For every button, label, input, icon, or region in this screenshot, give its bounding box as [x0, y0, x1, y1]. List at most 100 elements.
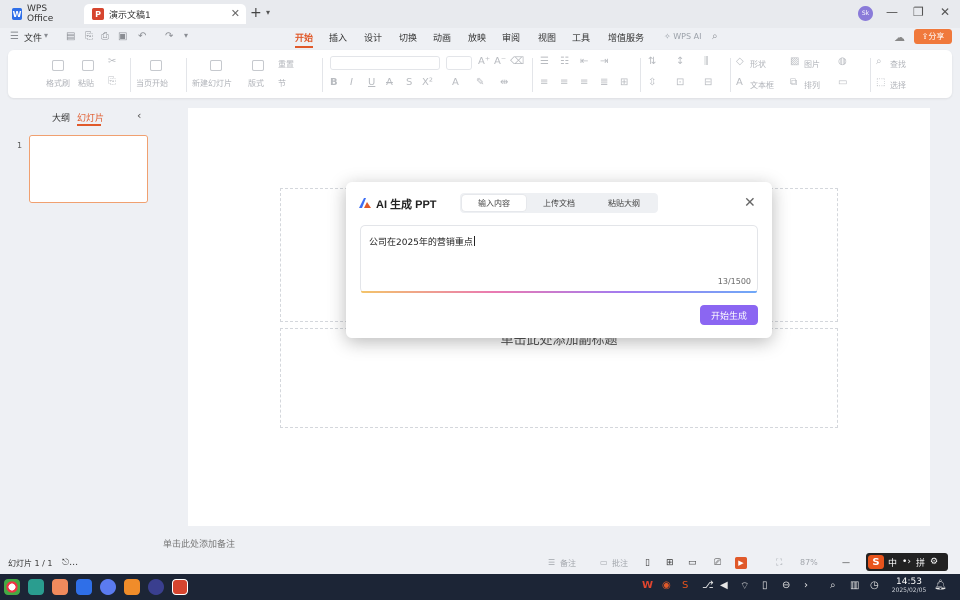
underline-icon[interactable]: U: [368, 77, 375, 88]
arrange-button[interactable]: 排列: [804, 80, 820, 91]
decrease-font-icon[interactable]: A⁻: [494, 56, 506, 67]
network-icon[interactable]: ⌔: [740, 580, 749, 593]
fit-window-icon[interactable]: ⛶: [776, 558, 782, 568]
save-icon[interactable]: ▤: [66, 31, 75, 42]
restore-icon[interactable]: ❐: [913, 5, 924, 19]
ime-toolbar[interactable]: S 中 •› 拼 ⚙: [866, 553, 948, 571]
punctuation-icon[interactable]: •›: [902, 557, 911, 567]
topic-input[interactable]: 公司在2025年的营销重点 13/1500: [360, 225, 758, 293]
notes-placeholder[interactable]: 单击此处添加备注: [163, 537, 235, 550]
close-icon[interactable]: ✕: [744, 195, 756, 211]
menu-home[interactable]: 开始: [295, 31, 313, 44]
menu-review[interactable]: 审阅: [502, 31, 520, 44]
system-clock[interactable]: 14:53 2025/02/05: [890, 577, 928, 594]
font-color-icon[interactable]: A: [452, 77, 459, 88]
shape-button[interactable]: 形状: [750, 59, 766, 70]
settings-app-icon[interactable]: [148, 579, 164, 595]
select-icon[interactable]: ⬚: [876, 77, 885, 88]
wps-ai-button[interactable]: ✧ WPS AI: [664, 32, 701, 41]
chat-app-icon[interactable]: [100, 579, 116, 595]
comment-icon[interactable]: ▭: [600, 558, 608, 567]
minimize-icon[interactable]: —: [886, 5, 898, 19]
layout-button[interactable]: 版式: [248, 78, 264, 89]
zoom-level[interactable]: 87%: [800, 558, 818, 567]
format-painter-button[interactable]: 格式刷: [46, 78, 70, 89]
select-button[interactable]: 选择: [890, 80, 906, 91]
char-spacing-icon[interactable]: ⇹: [500, 77, 508, 88]
sogou-tray-icon[interactable]: S: [682, 580, 688, 591]
justify-icon[interactable]: ≣: [600, 77, 608, 88]
text-box-margin-icon[interactable]: ⊟: [704, 77, 712, 88]
share-button[interactable]: ⇪ 分享: [914, 29, 952, 44]
align-center-icon[interactable]: ≡: [560, 77, 568, 88]
wps-taskbar-icon[interactable]: [172, 579, 188, 595]
picture-icon[interactable]: ▨: [790, 56, 799, 67]
new-tab-icon[interactable]: +: [250, 5, 262, 21]
export-icon[interactable]: ⎘: [85, 31, 93, 42]
paste-icon[interactable]: [82, 60, 94, 71]
collapse-panel-icon[interactable]: ‹: [137, 109, 141, 122]
menu-view[interactable]: 视图: [538, 31, 556, 44]
print-icon[interactable]: ⎙: [101, 31, 109, 42]
notes-toggle[interactable]: 备注: [560, 558, 576, 569]
italic-icon[interactable]: I: [350, 77, 353, 88]
play-from-current-button[interactable]: 当页开始: [136, 78, 168, 89]
gear-icon[interactable]: ⚙: [930, 557, 938, 567]
show-hidden-icons[interactable]: ›: [804, 580, 808, 591]
bullet-list-icon[interactable]: ☰: [540, 56, 549, 67]
increase-font-icon[interactable]: A⁺: [478, 56, 490, 67]
undo-icon[interactable]: ↶: [138, 31, 146, 42]
play-slideshow-icon[interactable]: ▶: [735, 557, 747, 569]
notification-bell-icon[interactable]: 🔔︎: [934, 580, 947, 591]
chevron-down-icon[interactable]: ▾: [266, 8, 270, 17]
section-button[interactable]: 节: [278, 78, 286, 89]
menu-insert[interactable]: 插入: [329, 31, 347, 44]
bold-icon[interactable]: B: [330, 77, 338, 88]
cloud-sync-icon[interactable]: ☁: [894, 31, 905, 44]
menu-file[interactable]: 文件: [24, 31, 42, 44]
menu-animation[interactable]: 动画: [433, 31, 451, 44]
new-slide-icon[interactable]: [210, 60, 222, 71]
text-direction-icon[interactable]: ⇅: [648, 56, 656, 67]
highlight-icon[interactable]: ✎: [476, 77, 484, 88]
decrease-indent-icon[interactable]: ⇤: [580, 56, 588, 67]
ime-mode[interactable]: 中: [888, 556, 897, 569]
distribute-icon[interactable]: ⊞: [620, 77, 628, 88]
shape-icon[interactable]: ◇: [736, 56, 744, 67]
paste-button[interactable]: 粘贴: [78, 78, 94, 89]
menu-slideshow[interactable]: 放映: [468, 31, 486, 44]
align-text-icon[interactable]: ⇳: [648, 77, 656, 88]
clear-format-icon[interactable]: ⌫: [510, 56, 524, 67]
increase-indent-icon[interactable]: ⇥: [600, 56, 608, 67]
columns-icon[interactable]: ⫼: [704, 56, 709, 67]
copy-icon[interactable]: ⎘: [108, 76, 116, 87]
subtitle-placeholder[interactable]: 单击此处添加副标题: [280, 328, 838, 428]
menu-value-added[interactable]: 增值服务: [608, 31, 644, 44]
reading-view-icon[interactable]: ▭: [688, 558, 697, 568]
app-store-icon[interactable]: [52, 579, 68, 595]
menu-tools[interactable]: 工具: [572, 31, 590, 44]
font-name-select[interactable]: [330, 56, 440, 70]
tab-paste-outline[interactable]: 粘贴大纲: [592, 195, 656, 211]
volume-icon[interactable]: ◀: [720, 580, 728, 591]
browser-icon[interactable]: [76, 579, 92, 595]
numbered-list-icon[interactable]: ☷: [560, 56, 569, 67]
search-icon[interactable]: ⌕: [712, 31, 718, 42]
font-size-select[interactable]: [446, 56, 472, 70]
antivirus-tray-icon[interactable]: ◉: [662, 580, 671, 591]
menu-design[interactable]: 设计: [364, 31, 382, 44]
accessibility-icon[interactable]: ⎋…: [62, 558, 78, 568]
convert-smartart-icon[interactable]: ⊡: [676, 77, 684, 88]
tab-upload-document[interactable]: 上传文档: [527, 195, 591, 211]
picture-button[interactable]: 图片: [804, 59, 820, 70]
outline-icon[interactable]: ▭: [838, 77, 847, 88]
zoom-out-icon[interactable]: —: [842, 558, 850, 567]
tab-input-content[interactable]: 输入内容: [462, 195, 526, 211]
close-window-icon[interactable]: ✕: [940, 5, 950, 19]
avatar[interactable]: Sk: [858, 6, 873, 21]
shadow-text-icon[interactable]: S: [406, 77, 412, 88]
reset-button[interactable]: 重置: [278, 59, 294, 70]
cut-icon[interactable]: ✂: [108, 56, 116, 67]
align-left-icon[interactable]: ≡: [540, 77, 548, 88]
file-manager-icon[interactable]: [28, 579, 44, 595]
